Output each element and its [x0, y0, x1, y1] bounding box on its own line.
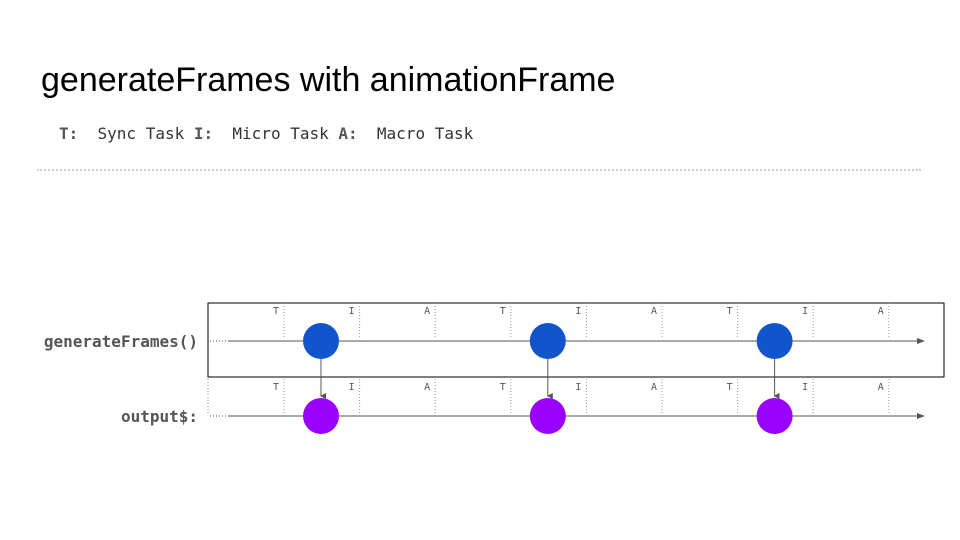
task-marker-label: I	[349, 306, 355, 317]
task-marker-label: I	[575, 306, 581, 317]
output-marble	[529, 398, 566, 434]
task-marker-label: I	[802, 306, 808, 317]
source-marble	[756, 323, 793, 359]
task-marker-label: T	[500, 306, 506, 317]
task-marker-label: T	[727, 382, 733, 393]
task-marker-label: T	[500, 382, 506, 393]
task-marker-label: A	[651, 382, 657, 393]
task-marker-label: T	[273, 306, 279, 317]
source-marble	[529, 323, 566, 359]
task-marker-label: A	[878, 306, 884, 317]
task-marker-label: A	[424, 306, 430, 317]
task-marker-label: I	[349, 382, 355, 393]
marble-diagram: T I A T I A T I A T I A T I A T I A	[207, 302, 945, 434]
task-marker-label: T	[727, 306, 733, 317]
task-marker-label: A	[878, 382, 884, 393]
task-marker-label: A	[651, 306, 657, 317]
task-marker-label: I	[802, 382, 808, 393]
output-marble	[756, 398, 793, 434]
task-marker-label: T	[273, 382, 279, 393]
task-marker-label: A	[424, 382, 430, 393]
task-marker-label: I	[575, 382, 581, 393]
source-marble	[303, 323, 339, 359]
output-marble	[303, 398, 339, 434]
